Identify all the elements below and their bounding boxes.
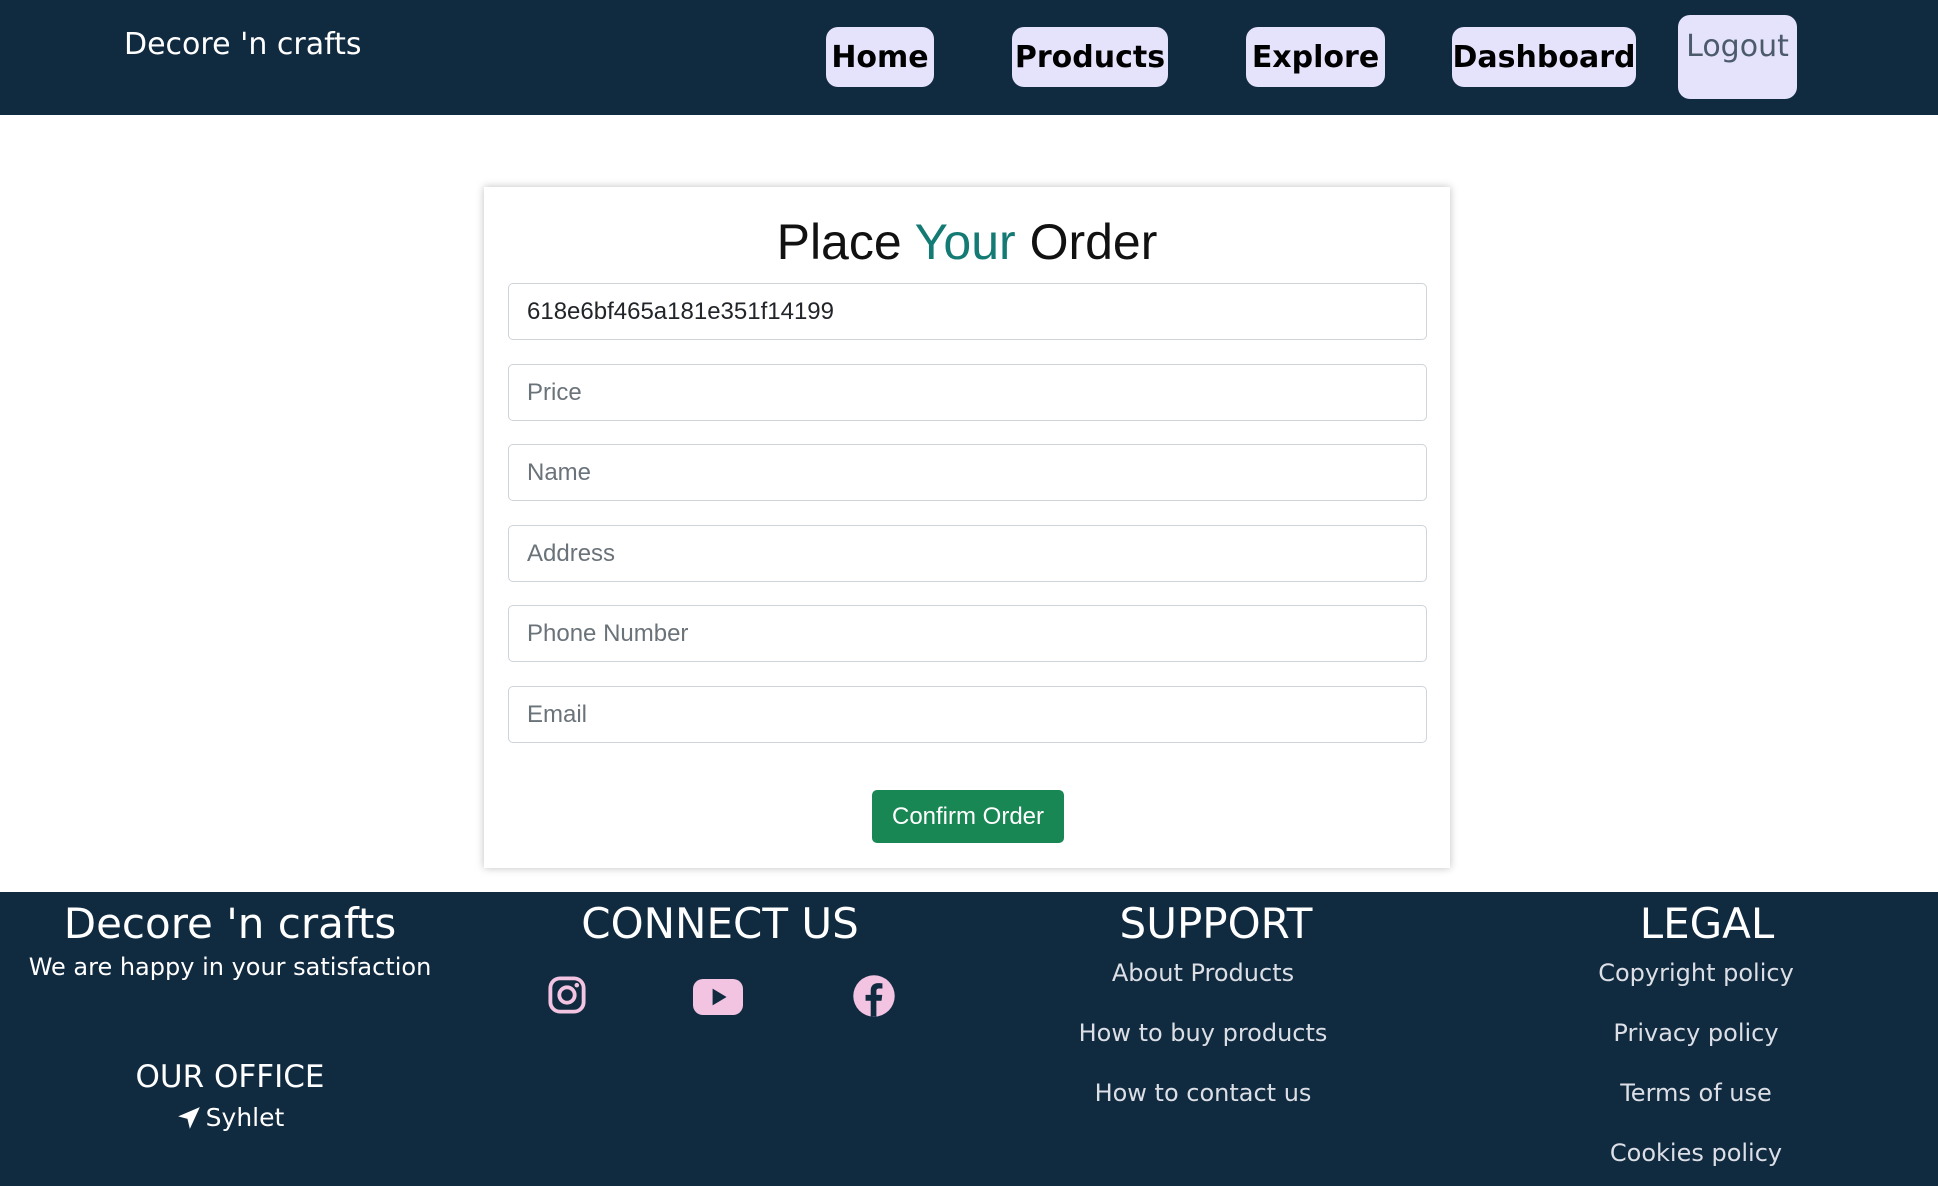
brand-logo[interactable]: Decore 'n crafts	[124, 27, 362, 62]
footer-support-column: SUPPORT	[1016, 892, 1416, 952]
nav-explore-button[interactable]: Explore	[1246, 27, 1385, 87]
support-title: SUPPORT	[1119, 899, 1313, 948]
confirm-order-button[interactable]: Confirm Order	[872, 790, 1064, 843]
location-arrow-icon	[177, 1106, 200, 1129]
address-field[interactable]	[508, 525, 1427, 582]
footer-connect-column: CONNECT US	[520, 892, 920, 952]
instagram-icon[interactable]	[546, 974, 588, 1016]
legal-link-cookies[interactable]: Cookies policy	[1496, 1138, 1896, 1168]
footer-brand: Decore 'n crafts	[63, 899, 397, 948]
legal-link-copyright[interactable]: Copyright policy	[1496, 958, 1896, 988]
top-navbar: Decore 'n crafts Home Products Explore D…	[0, 0, 1938, 115]
nav-products-button[interactable]: Products	[1012, 27, 1168, 87]
phone-number-field[interactable]	[508, 605, 1427, 662]
youtube-icon[interactable]	[692, 978, 744, 1016]
office-location-text: Syhlet	[205, 1103, 285, 1132]
legal-title: LEGAL	[1639, 899, 1775, 948]
support-link-how-to-contact[interactable]: How to contact us	[1003, 1078, 1403, 1108]
name-field[interactable]	[508, 444, 1427, 501]
logout-button[interactable]: Logout	[1678, 15, 1797, 99]
support-link-about-products[interactable]: About Products	[1003, 958, 1403, 988]
footer-legal-column: LEGAL	[1507, 892, 1907, 952]
title-part-1: Place	[776, 214, 915, 270]
office-location: Syhlet	[20, 1103, 440, 1132]
footer-tagline: We are happy in your satisfaction	[28, 953, 432, 981]
support-links: About Products How to buy products How t…	[1003, 958, 1403, 1138]
connect-title: CONNECT US	[581, 899, 859, 948]
facebook-icon[interactable]	[852, 974, 896, 1018]
nav-home-button[interactable]: Home	[826, 27, 934, 87]
order-form-title: Place Your Order	[484, 213, 1450, 271]
title-part-2: Order	[1015, 214, 1158, 270]
legal-link-terms[interactable]: Terms of use	[1496, 1078, 1896, 1108]
legal-links: Copyright policy Privacy policy Terms of…	[1496, 958, 1896, 1186]
legal-link-privacy[interactable]: Privacy policy	[1496, 1018, 1896, 1048]
email-field[interactable]	[508, 686, 1427, 743]
order-form-card: Place Your Order Confirm Order	[484, 187, 1450, 868]
footer-brand-column: Decore 'n crafts We are happy in your sa…	[20, 892, 440, 1132]
nav-dashboard-button[interactable]: Dashboard	[1452, 27, 1636, 87]
product-id-field[interactable]	[508, 283, 1427, 340]
title-accent: Your	[914, 214, 1016, 270]
site-footer: Decore 'n crafts We are happy in your sa…	[0, 892, 1938, 1186]
office-title: OUR OFFICE	[135, 1059, 325, 1095]
support-link-how-to-buy[interactable]: How to buy products	[1003, 1018, 1403, 1048]
price-field[interactable]	[508, 364, 1427, 421]
